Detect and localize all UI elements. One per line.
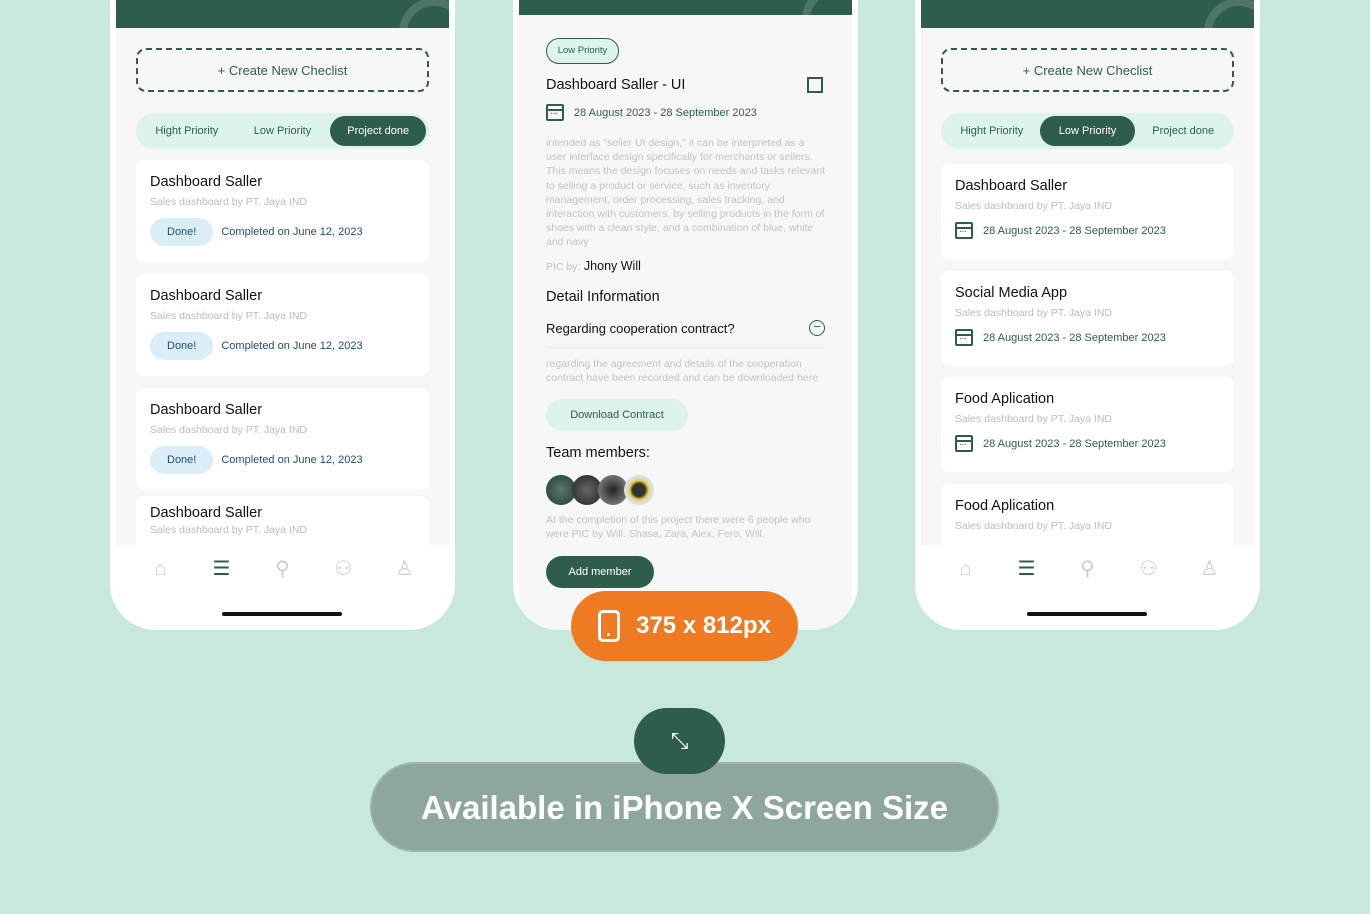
screen-size-banner: Available in iPhone X Screen Size [370,762,999,852]
home-icon[interactable]: ⌂ [148,557,174,581]
card-title: Dashboard Saller [150,174,263,190]
card-title: Dashboard Saller [150,288,263,304]
detail-heading: Detail Information [546,289,660,305]
project-card[interactable]: Food Aplication Sales dashboard by PT. J… [941,484,1234,545]
completed-date: Completed on June 12, 2023 [221,226,363,238]
project-card[interactable]: Dashboard Saller Sales dashboard by PT. … [136,388,429,490]
status-badge: Done! [150,332,214,360]
project-card[interactable]: Dashboard Saller Sales dashboard by PT. … [136,160,429,262]
date-range: 28 August 2023 - 28 September 2023 [955,435,1220,452]
priority-tabs: Hight Priority Low Priority Project done [941,113,1234,149]
team-note: At the completion of this project there … [546,514,811,541]
list-icon[interactable]: ☰ [1014,557,1040,581]
completed-date: Completed on June 12, 2023 [221,454,363,466]
card-subtitle: Sales dashboard by PT. Jaya IND [150,310,307,322]
date-range: 28 August 2023 - 28 September 2023 [955,222,1220,239]
task-title: Dashboard Saller - UI [546,77,686,93]
team-heading: Team members: [546,445,650,461]
card-subtitle: Sales dashboard by PT. Jaya IND [955,520,1112,532]
phone-screen: + Create New Checlist Hight Priority Low… [116,0,449,545]
team-icon[interactable]: ⚇ [1136,557,1162,581]
card-title: Dashboard Saller [955,178,1068,194]
tab-project-done[interactable]: Project done [330,116,427,146]
tab-high-priority[interactable]: Hight Priority [139,116,235,146]
avatar[interactable] [624,475,654,505]
calendar-icon [546,104,564,121]
search-icon[interactable]: ⚲ [1075,557,1101,581]
faq-question[interactable]: Regarding cooperation contract? − [546,316,825,348]
task-description: intended as "seller UI design," it can b… [546,137,825,249]
tab-low-priority[interactable]: Low Priority [1039,116,1136,146]
compress-icon: ⤡ [634,708,725,774]
list-icon[interactable]: ☰ [209,557,235,581]
project-card[interactable]: Dashboard Saller Sales dashboard by PT. … [941,164,1234,259]
collapse-icon[interactable]: − [809,320,825,336]
home-indicator [1027,612,1147,616]
card-subtitle: Sales dashboard by PT. Jaya IND [955,413,1112,425]
pic-label: PIC by: [546,261,581,273]
size-badge: 375 x 812px [571,591,798,661]
calendar-icon [955,435,973,452]
create-checklist-button[interactable]: + Create New Checlist [941,48,1234,92]
project-card[interactable]: Food Aplication Sales dashboard by PT. J… [941,377,1234,472]
header [519,0,852,15]
home-indicator [222,612,342,616]
right-phone: + Create New Checlist Hight Priority Low… [915,0,1260,630]
card-title: Food Aplication [955,391,1055,407]
create-checklist-button[interactable]: + Create New Checlist [136,48,429,92]
tab-low-priority[interactable]: Low Priority [235,116,331,146]
project-card[interactable]: Dashboard Saller Sales dashboard by PT. … [136,496,429,545]
left-phone: + Create New Checlist Hight Priority Low… [110,0,455,630]
phone-screen: + Create New Checlist Hight Priority Low… [921,0,1254,545]
download-contract-button[interactable]: Download Contract [546,399,688,431]
priority-badge: Low Priority [546,38,619,64]
calendar-icon [955,329,973,346]
profile-icon[interactable]: ♙ [1197,557,1223,581]
phone-screen: Low Priority Dashboard Saller - UI 28 Au… [519,0,852,630]
header [921,0,1254,28]
calendar-icon [955,222,973,239]
card-title: Dashboard Saller [150,402,263,418]
project-card[interactable]: Dashboard Saller Sales dashboard by PT. … [136,274,429,376]
team-avatars [546,475,825,505]
card-subtitle: Sales dashboard by PT. Jaya IND [955,307,1112,319]
priority-tabs: Hight Priority Low Priority Project done [136,113,429,149]
faq-answer: regarding the agreement and details of t… [546,358,819,385]
card-title: Dashboard Saller [150,505,263,521]
bottom-nav: ⌂ ☰ ⚲ ⚇ ♙ [110,545,455,630]
card-title: Social Media App [955,285,1068,301]
task-checkbox[interactable] [807,77,823,93]
team-icon[interactable]: ⚇ [331,557,357,581]
profile-icon[interactable]: ♙ [392,557,418,581]
completed-date: Completed on June 12, 2023 [221,340,363,352]
middle-phone: Low Priority Dashboard Saller - UI 28 Au… [513,0,858,630]
date-range: 28 August 2023 - 28 September 2023 [955,329,1220,346]
search-icon[interactable]: ⚲ [270,557,296,581]
date-range: 28 August 2023 - 28 September 2023 [546,104,825,121]
phone-icon [598,610,621,642]
card-title: Food Aplication [955,498,1055,514]
header [116,0,449,28]
home-icon[interactable]: ⌂ [953,557,979,581]
project-card[interactable]: Social Media App Sales dashboard by PT. … [941,271,1234,366]
card-subtitle: Sales dashboard by PT. Jaya IND [955,200,1112,212]
add-member-button[interactable]: Add member [546,556,654,588]
card-subtitle: Sales dashboard by PT. Jaya IND [150,524,307,536]
bottom-nav: ⌂ ☰ ⚲ ⚇ ♙ [915,545,1260,630]
pic-name: Jhony Will [583,259,641,273]
tab-project-done[interactable]: Project done [1135,116,1231,146]
tab-high-priority[interactable]: Hight Priority [944,116,1040,146]
status-badge: Done! [150,446,214,474]
card-subtitle: Sales dashboard by PT. Jaya IND [150,424,307,436]
card-subtitle: Sales dashboard by PT. Jaya IND [150,196,307,208]
status-badge: Done! [150,218,214,246]
